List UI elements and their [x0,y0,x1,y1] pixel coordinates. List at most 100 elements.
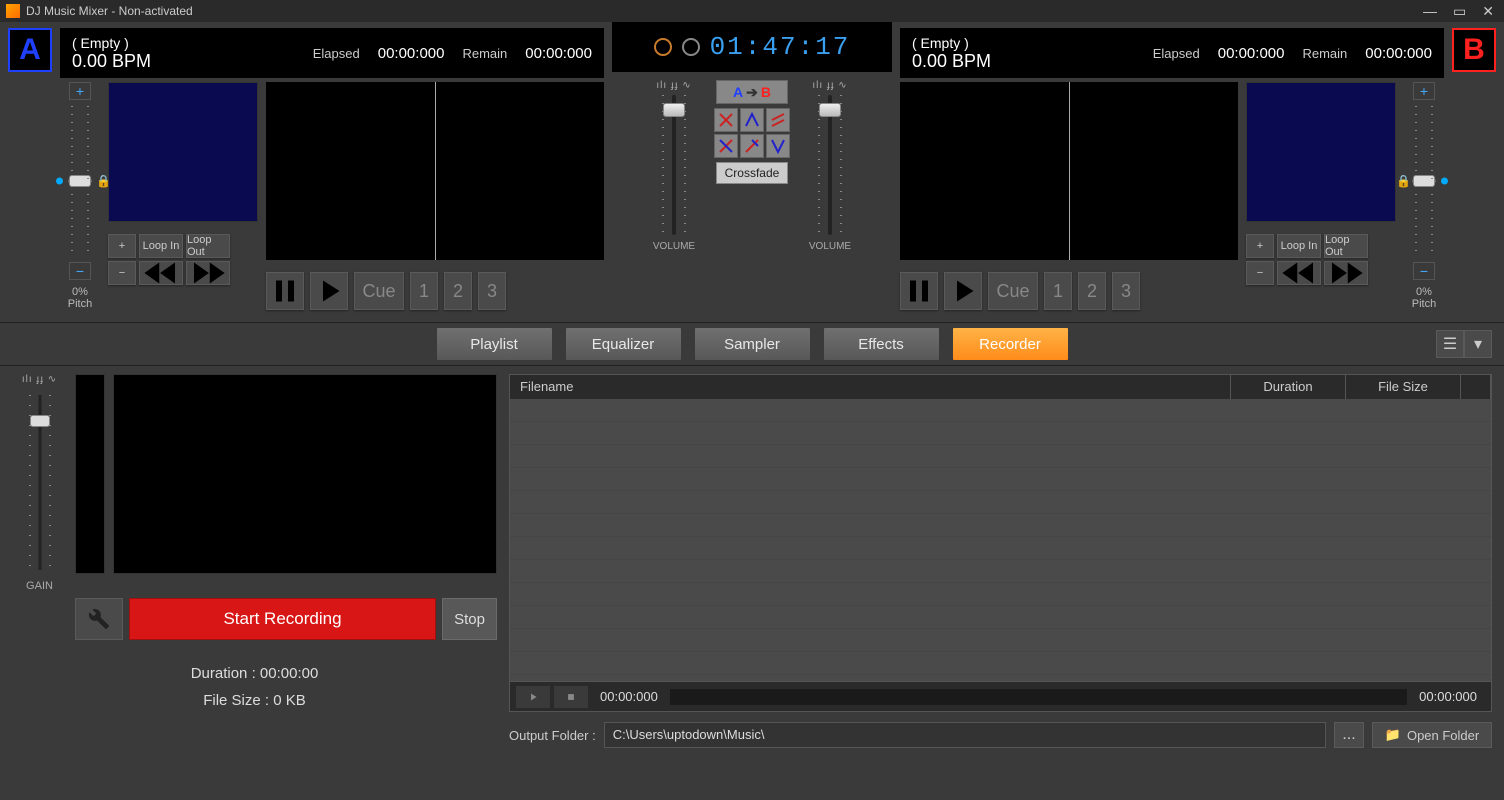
deck-a-hotcue-3[interactable]: 3 [478,272,506,310]
close-button[interactable]: ✕ [1478,3,1498,20]
minimize-button[interactable]: — [1419,3,1441,20]
browse-folder-button[interactable]: ... [1334,722,1364,748]
deck-a-hotcue-1[interactable]: 1 [410,272,438,310]
deck-b-elapsed: 00:00:000 [1218,45,1285,62]
stop-recording-button[interactable]: Stop [442,598,497,640]
deck-a-forward[interactable] [186,261,230,285]
lock-icon[interactable]: 🔒 [96,174,108,188]
deck-a-loop-plus[interactable]: + [108,234,136,258]
deck-b-play[interactable] [944,272,982,310]
deck-a-pitch-slider[interactable]: 🔒 [68,106,92,256]
folder-icon: 📁 [1385,727,1401,743]
col-filename[interactable]: Filename [510,375,1231,399]
col-filesize[interactable]: File Size [1346,375,1461,399]
gain-label: GAIN [26,580,53,592]
deck-b-waveform[interactable] [900,82,1238,260]
maximize-button[interactable]: ▭ [1449,3,1470,20]
deck-b-loop-plus[interactable]: + [1246,234,1274,258]
crossfade-curve-2[interactable] [740,108,764,132]
deck-b-cue[interactable]: Cue [988,272,1038,310]
deck-b-bpm: 0.00 BPM [912,51,991,72]
deck-b-loop-minus[interactable]: − [1246,261,1274,285]
preview-progress[interactable] [670,689,1407,705]
deck-b: B ( Empty ) 0.00 BPM Elapsed 00:00:000 R… [892,22,1504,322]
deck-b-hotcue-1[interactable]: 1 [1044,272,1072,310]
app-icon [6,4,20,18]
gain-slider[interactable] [27,395,53,570]
deck-a-play[interactable] [310,272,348,310]
output-folder-path[interactable]: C:\Users\uptodown\Music\ [604,722,1326,748]
deck-b-remain: 00:00:000 [1365,45,1432,62]
deck-a-remain: 00:00:000 [525,45,592,62]
a-to-b-button[interactable]: A➔B [716,80,788,104]
deck-a-elapsed: 00:00:000 [378,45,445,62]
deck-b-volume-slider[interactable] [815,95,845,235]
tab-sampler[interactable]: Sampler [695,328,810,360]
deck-b-eq-icons[interactable]: ılı ɟɟ ∿ [812,80,847,91]
deck-a-badge: A [8,28,52,72]
lock-icon[interactable]: 🔒 [1396,174,1408,188]
open-folder-button[interactable]: 📁 Open Folder [1372,722,1492,748]
master-clock: 01:47:17 [710,32,851,62]
titlebar: DJ Music Mixer - Non-activated — ▭ ✕ [0,0,1504,22]
deck-b-hotcue-2[interactable]: 2 [1078,272,1106,310]
deck-a-cue[interactable]: Cue [354,272,404,310]
deck-b-jog-display[interactable] [1246,82,1396,222]
crossfade-button[interactable]: Crossfade [716,162,788,184]
recording-filesize: File Size : 0 KB [12,687,497,714]
table-rows[interactable] [510,399,1491,682]
deck-a-jog-display[interactable] [108,82,258,222]
deck-b-pause[interactable] [900,272,938,310]
col-spacer [1461,375,1491,399]
output-folder-label: Output Folder : [509,728,596,743]
deck-b-pitch-slider[interactable]: 🔒 [1412,106,1436,256]
preview-elapsed: 00:00:000 [600,689,658,704]
view-dropdown-button[interactable]: ▾ [1464,330,1492,358]
recordings-table[interactable]: Filename Duration File Size [509,374,1492,682]
preview-stop[interactable] [554,686,588,708]
deck-a-hotcue-2[interactable]: 2 [444,272,472,310]
list-view-button[interactable]: ☰ [1436,330,1464,358]
col-duration[interactable]: Duration [1231,375,1346,399]
recording-waveform [113,374,497,574]
deck-b-hotcue-3[interactable]: 3 [1112,272,1140,310]
deck-a-pause[interactable] [266,272,304,310]
deck-b-remain-label: Remain [1302,46,1347,61]
deck-a-pitch-minus[interactable]: − [69,262,91,280]
deck-b-forward[interactable] [1324,261,1368,285]
crossfade-curve-5[interactable] [740,134,764,158]
settings-button[interactable] [75,598,123,640]
deck-a-loop-minus[interactable]: − [108,261,136,285]
deck-a-pitch-plus[interactable]: + [69,82,91,100]
tab-effects[interactable]: Effects [824,328,939,360]
deck-b-pitch-minus[interactable]: − [1413,262,1435,280]
deck-b-pitch-plus[interactable]: + [1413,82,1435,100]
deck-a-rewind[interactable] [139,261,183,285]
deck-a-volume-slider[interactable] [659,95,689,235]
volume-label-a: VOLUME [653,241,695,252]
stopwatch-icon[interactable] [682,38,700,56]
deck-a-header: ( Empty ) 0.00 BPM Elapsed 00:00:000 Rem… [60,28,604,78]
deck-a-waveform[interactable] [266,82,604,260]
tab-playlist[interactable]: Playlist [437,328,552,360]
crossfade-curve-1[interactable] [714,108,738,132]
rec-eq-icons[interactable]: ılı ɟɟ ∿ [22,374,57,385]
volume-label-b: VOLUME [809,241,851,252]
preview-play[interactable] [516,686,550,708]
deck-a-elapsed-label: Elapsed [313,46,360,61]
crossfade-curve-6[interactable] [766,134,790,158]
recorder-panel: ılı ɟɟ ∿ GAIN Start Recording Stop Durat… [0,366,1504,756]
deck-a-remain-label: Remain [462,46,507,61]
deck-b-rewind[interactable] [1277,261,1321,285]
preview-total: 00:00:000 [1419,689,1477,704]
preview-playbar: 00:00:000 00:00:000 [509,682,1492,712]
tab-recorder[interactable]: Recorder [953,328,1068,360]
start-recording-button[interactable]: Start Recording [129,598,436,640]
tab-equalizer[interactable]: Equalizer [566,328,681,360]
crossfade-curve-3[interactable] [766,108,790,132]
level-meters [75,374,105,574]
tab-bar: Playlist Equalizer Sampler Effects Recor… [0,322,1504,366]
deck-a-eq-icons[interactable]: ılı ɟɟ ∿ [656,80,691,91]
crossfade-curve-4[interactable] [714,134,738,158]
clock-icon[interactable] [654,38,672,56]
